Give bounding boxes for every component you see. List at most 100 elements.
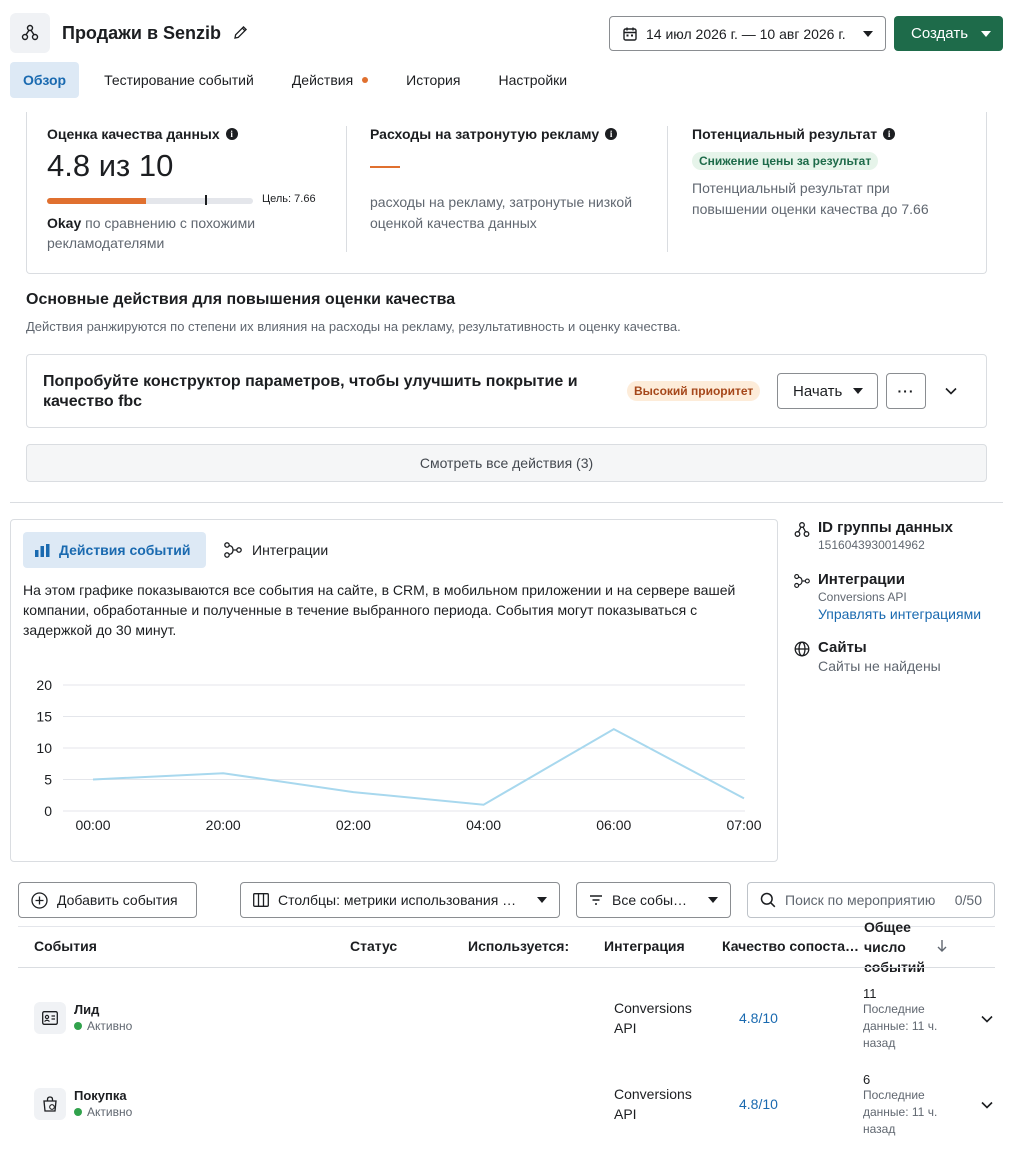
event-status-label: Активно (87, 1105, 133, 1119)
add-events-button[interactable]: Добавить события (18, 882, 197, 918)
col-header-events[interactable]: События (34, 938, 97, 954)
last-received: Последние данные: 11 ч. назад (863, 1002, 938, 1050)
tab-overview[interactable]: Обзор (10, 62, 80, 98)
integrations-value: Conversions API (818, 590, 907, 604)
x-tick-label: 02:00 (336, 817, 371, 833)
action-title: Попробуйте конструктор параметров, чтобы… (43, 373, 578, 410)
potential-result-title: Потенциальный результат (692, 126, 878, 142)
col-header-used[interactable]: Используется: (468, 938, 569, 954)
date-range-label: 14 июл 2026 г. — 10 авг 2026 г. (646, 25, 846, 42)
dataset-app-icon (10, 13, 50, 53)
date-range-picker[interactable]: 14 июл 2026 г. — 10 авг 2026 г. (609, 16, 886, 51)
event-integration: Conversions API (614, 1086, 692, 1122)
start-button[interactable]: Начать (777, 373, 878, 409)
actions-section-title: Основные действия для повышения оценки к… (26, 291, 456, 308)
data-point[interactable] (612, 727, 616, 731)
active-status-dot (74, 1022, 82, 1030)
event-filter-label: Все собы… (612, 892, 688, 908)
event-status-label: Активно (87, 1019, 133, 1033)
table-row[interactable] (18, 1070, 995, 1142)
row-expand-chevron-icon[interactable] (979, 1011, 995, 1027)
col-header-status[interactable]: Статус (350, 938, 397, 954)
plus-circle-icon (31, 891, 48, 909)
priority-badge: Высокий приоритет (627, 381, 761, 401)
y-tick-label: 10 (36, 740, 52, 756)
event-filter-dropdown[interactable]: Все собы… (576, 882, 731, 918)
x-tick-label: 06:00 (596, 817, 631, 833)
quality-okay-label: Okay (47, 215, 82, 231)
row-expand-chevron-icon[interactable] (979, 1097, 995, 1113)
event-status: Активно (74, 1019, 132, 1033)
integrations-title: Интеграции (818, 571, 905, 588)
total-events-cell: 11 Последние данные: 11 ч. назад (863, 986, 953, 1052)
caret-down-icon (708, 897, 718, 903)
quality-score-heading: Оценка качества данных i (47, 126, 238, 142)
expand-chevron-icon[interactable] (943, 383, 959, 399)
search-icon (760, 892, 776, 908)
table-header-divider (18, 967, 995, 968)
potential-result-description: Потенциальный результат при повышении оц… (692, 180, 929, 217)
sites-block: Сайты Сайты не найдены (794, 639, 941, 674)
total-events-count: 11 (863, 986, 877, 1001)
create-button-label: Создать (911, 25, 969, 42)
data-point[interactable] (351, 790, 355, 794)
potential-result-badge: Снижение цены за результат (692, 152, 879, 170)
info-icon[interactable]: i (225, 128, 238, 140)
tab-history[interactable]: История (393, 62, 473, 98)
start-button-label: Начать (793, 382, 843, 400)
columns-icon (253, 893, 269, 907)
create-button[interactable]: Создать (894, 16, 1003, 51)
data-point[interactable] (221, 771, 225, 775)
match-quality-link[interactable]: 4.8/10 (739, 1010, 778, 1026)
event-name: Лид (74, 1002, 100, 1017)
tab-event-testing[interactable]: Тестирование событий (91, 62, 267, 98)
divider (346, 126, 347, 252)
see-all-actions-button[interactable]: Смотреть все действия (3) (26, 444, 987, 482)
purchase-event-icon (34, 1088, 66, 1120)
quality-comparison: Okay по сравнению с похожими рекламодате… (47, 213, 287, 253)
y-tick-label: 20 (36, 677, 52, 693)
table-row[interactable] (18, 984, 995, 1056)
quality-goal: Цель: 7.66 (262, 193, 316, 205)
sort-down-arrow-icon[interactable] (936, 939, 948, 953)
quality-progress-fill (47, 198, 146, 204)
data-point[interactable] (91, 778, 95, 782)
last-received: Последние данные: 11 ч. назад (863, 1088, 938, 1136)
col-header-integration[interactable]: Интеграция (604, 938, 685, 954)
info-icon[interactable]: i (605, 128, 618, 140)
data-point[interactable] (482, 803, 486, 807)
potential-result-heading: Потенциальный результат i (692, 126, 896, 142)
edit-pencil-icon[interactable] (232, 24, 249, 41)
ad-spend-heading: Расходы на затронутую рекламу i (370, 126, 618, 142)
tab-actions[interactable]: Действия (279, 62, 381, 98)
data-point[interactable] (742, 796, 746, 800)
more-options-button[interactable]: ··· (886, 373, 926, 409)
columns-dropdown[interactable]: Столбцы: метрики использования … (240, 882, 560, 918)
manage-integrations-link[interactable]: Управлять интеграциями (818, 606, 981, 622)
tab-event-actions[interactable]: Действия событий (23, 532, 206, 568)
series-line (92, 727, 745, 806)
tab-integrations[interactable]: Интеграции (224, 532, 328, 568)
info-icon[interactable]: i (883, 128, 896, 140)
event-search-input[interactable]: Поиск по мероприятию 0/50 (747, 882, 995, 918)
caret-down-icon (981, 30, 991, 37)
sites-title: Сайты (818, 639, 867, 656)
tab-settings[interactable]: Настройки (485, 62, 580, 98)
x-tick-label: 00:00 (75, 817, 110, 833)
tab-integrations-label: Интеграции (252, 542, 329, 558)
dataset-icon (794, 522, 810, 537)
col-header-match-quality[interactable]: Качество сопоста… (722, 938, 859, 954)
ad-spend-description: расходы на рекламу, затронутые низкой оц… (370, 194, 633, 231)
integrations-icon (224, 542, 242, 558)
actions-section-subtitle: Действия ранжируются по степени их влиян… (26, 319, 681, 334)
col-header-total[interactable]: Общее число событий (864, 917, 934, 977)
match-quality-link[interactable]: 4.8/10 (739, 1096, 778, 1112)
search-placeholder: Поиск по мероприятию (785, 892, 936, 908)
tab-event-actions-label: Действия событий (59, 542, 191, 558)
dataset-icon (21, 24, 39, 41)
quality-score-value: 4.8 из 10 (47, 148, 174, 183)
x-tick-label: 07:00 (726, 817, 761, 833)
quality-score-title: Оценка качества данных (47, 126, 220, 142)
total-events-count: 6 (863, 1072, 871, 1087)
main-tabs: Обзор Тестирование событий Действия Исто… (10, 62, 592, 98)
